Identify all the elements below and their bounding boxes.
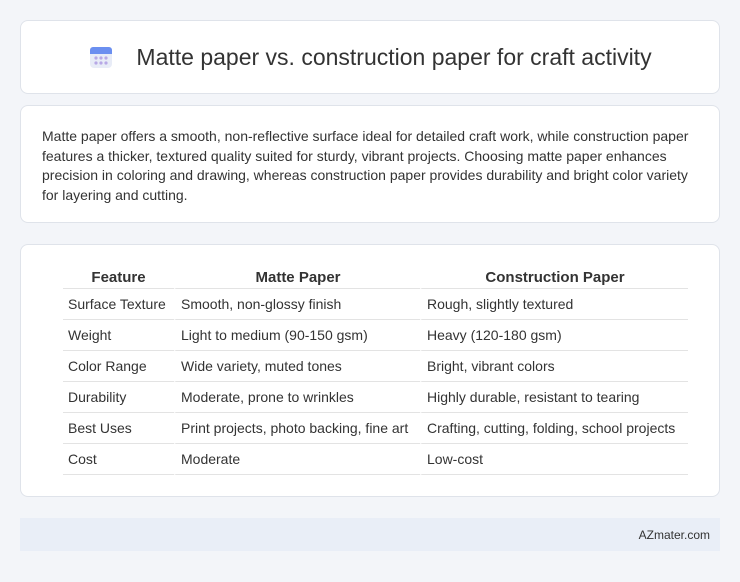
column-header-feature: Feature: [63, 267, 174, 289]
table-row: Weight Light to medium (90-150 gsm) Heav…: [63, 320, 688, 351]
table-header-row: Feature Matte Paper Construction Paper: [63, 267, 688, 289]
comparison-table: Feature Matte Paper Construction Paper S…: [63, 267, 688, 475]
feature-cell: Color Range: [63, 351, 174, 382]
table-row: Best Uses Print projects, photo backing,…: [63, 413, 688, 444]
feature-cell: Weight: [63, 320, 174, 351]
comparison-table-card: Feature Matte Paper Construction Paper S…: [20, 244, 720, 497]
column-header-construction-paper: Construction Paper: [420, 267, 688, 289]
title-row: Matte paper vs. construction paper for c…: [88, 43, 652, 71]
construction-paper-cell: Highly durable, resistant to tearing: [420, 382, 688, 413]
footer-bar: AZmater.com: [20, 518, 720, 551]
footer-brand[interactable]: AZmater.com: [639, 528, 710, 542]
feature-cell: Best Uses: [63, 413, 174, 444]
matte-paper-cell: Light to medium (90-150 gsm): [174, 320, 420, 351]
matte-paper-cell: Moderate, prone to wrinkles: [174, 382, 420, 413]
construction-paper-cell: Rough, slightly textured: [420, 289, 688, 320]
table-row: Cost Moderate Low-cost: [63, 444, 688, 475]
table-row: Color Range Wide variety, muted tones Br…: [63, 351, 688, 382]
matte-paper-cell: Wide variety, muted tones: [174, 351, 420, 382]
feature-cell: Surface Texture: [63, 289, 174, 320]
feature-cell: Cost: [63, 444, 174, 475]
construction-paper-cell: Crafting, cutting, folding, school proje…: [420, 413, 688, 444]
table-row: Surface Texture Smooth, non-glossy finis…: [63, 289, 688, 320]
description-text: Matte paper offers a smooth, non-reflect…: [42, 128, 689, 203]
calendar-icon: [90, 47, 113, 68]
description-card: Matte paper offers a smooth, non-reflect…: [20, 105, 720, 223]
table-row: Durability Moderate, prone to wrinkles H…: [63, 382, 688, 413]
construction-paper-cell: Low-cost: [420, 444, 688, 475]
column-header-matte-paper: Matte Paper: [174, 267, 420, 289]
title-card: Matte paper vs. construction paper for c…: [20, 20, 720, 94]
feature-cell: Durability: [63, 382, 174, 413]
construction-paper-cell: Heavy (120-180 gsm): [420, 320, 688, 351]
page-title: Matte paper vs. construction paper for c…: [136, 43, 652, 70]
matte-paper-cell: Print projects, photo backing, fine art: [174, 413, 420, 444]
construction-paper-cell: Bright, vibrant colors: [420, 351, 688, 382]
matte-paper-cell: Moderate: [174, 444, 420, 475]
matte-paper-cell: Smooth, non-glossy finish: [174, 289, 420, 320]
